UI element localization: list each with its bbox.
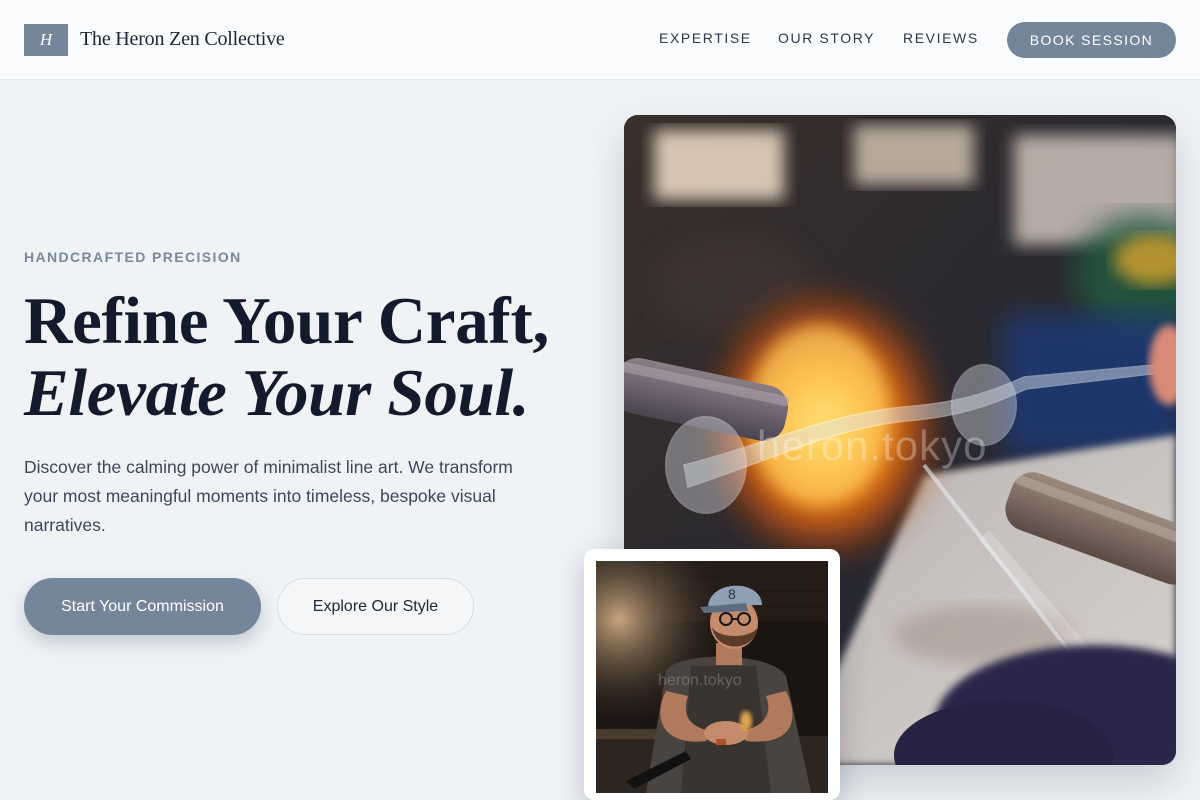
brand-name[interactable]: The Heron Zen Collective bbox=[80, 28, 285, 51]
hero-headline-line-2: Elevate Your Soul. bbox=[24, 356, 530, 430]
craftsman-photo-frame: 8 heron.tokyo bbox=[584, 549, 840, 800]
craftsman-photo: 8 heron.tokyo bbox=[596, 561, 828, 793]
book-session-button[interactable]: BOOK SESSION bbox=[1007, 22, 1176, 58]
hero-eyebrow: HANDCRAFTED PRECISION bbox=[24, 249, 242, 265]
hero-headline-line-1: Refine Your Craft, bbox=[24, 284, 549, 358]
hero-description: Discover the calming power of minimalist… bbox=[24, 457, 513, 535]
svg-text:heron.tokyo: heron.tokyo bbox=[757, 422, 987, 469]
site-header: H The Heron Zen Collective EXPERTISE OUR… bbox=[0, 0, 1200, 80]
nav-link-our-story[interactable]: OUR STORY bbox=[778, 30, 875, 46]
explore-style-button[interactable]: Explore Our Style bbox=[277, 578, 474, 635]
logo-mark[interactable]: H bbox=[24, 24, 68, 56]
svg-text:heron.tokyo: heron.tokyo bbox=[658, 672, 742, 689]
svg-text:8: 8 bbox=[728, 586, 736, 602]
nav-link-expertise[interactable]: EXPERTISE bbox=[659, 30, 752, 46]
nav-link-reviews[interactable]: REVIEWS bbox=[903, 30, 979, 46]
start-commission-button[interactable]: Start Your Commission bbox=[24, 578, 261, 635]
